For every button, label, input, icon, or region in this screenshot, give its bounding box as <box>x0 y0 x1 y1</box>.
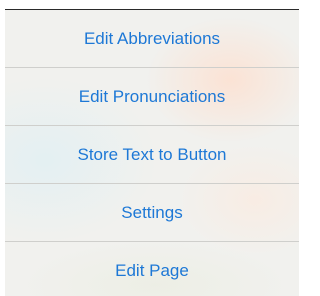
edit-page-menu-item[interactable]: Edit Page <box>5 242 299 296</box>
edit-abbreviations-menu-item[interactable]: Edit Abbreviations <box>5 10 299 68</box>
options-menu-popover: Edit Abbreviations Edit Pronunciations S… <box>5 9 299 296</box>
store-text-to-button-menu-item[interactable]: Store Text to Button <box>5 126 299 184</box>
edit-pronunciations-menu-item[interactable]: Edit Pronunciations <box>5 68 299 126</box>
options-menu: Edit Abbreviations Edit Pronunciations S… <box>5 10 299 296</box>
settings-menu-item[interactable]: Settings <box>5 184 299 242</box>
